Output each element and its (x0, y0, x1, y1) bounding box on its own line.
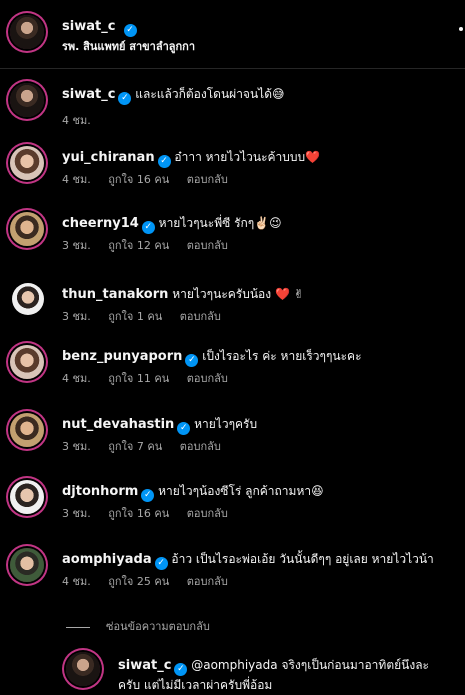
commenter-avatar[interactable] (10, 413, 44, 447)
comment-likes[interactable]: ถูกใจ 16 คน (108, 173, 169, 186)
comment-meta: 3 ชม. ถูกใจ 7 คน ตอบกลับ (62, 437, 235, 455)
commenter-avatar[interactable] (12, 283, 44, 315)
comment-likes[interactable]: ถูกใจ 7 คน (108, 440, 162, 453)
author-username[interactable]: siwat_c (62, 19, 115, 34)
verified-badge-icon: ✓ (174, 663, 188, 676)
reply-button[interactable]: ตอบกลับ (187, 507, 228, 520)
author-avatar[interactable] (10, 15, 44, 49)
comment-meta: 3 ชม. ถูกใจ 12 คน ตอบกลับ (62, 236, 242, 254)
reply-item: siwat_c ✓ @aomphiyada จริงๆเป็นก่อนมาอาทิ… (0, 650, 465, 693)
reply-avatar[interactable] (66, 652, 100, 686)
comment-text: หายไวๆนะครับน้อง ❤️ ✌ (172, 287, 304, 301)
author-name-row: siwat_c ✓ (62, 15, 137, 37)
commenter-username[interactable]: yui_chiranan (62, 150, 155, 165)
comment-time: 4 ชม. (62, 372, 91, 385)
reply-button[interactable]: ตอบกลับ (180, 440, 221, 453)
comment-time: 3 ชม. (62, 239, 91, 252)
comment-text: หายไวๆน้องซีโร่ ลูกค้าถามหา😆 (158, 484, 324, 498)
commenter-username[interactable]: cheerny14 (62, 216, 139, 231)
post-location[interactable]: รพ. สินแพทย์ สาขาลำลูกกา (62, 37, 195, 55)
verified-badge-icon: ✓ (185, 354, 199, 367)
commenter-username[interactable]: nut_devahastin (62, 417, 174, 432)
verified-badge-icon: ✓ (141, 489, 155, 502)
comment-time: 3 ชม. (62, 440, 91, 453)
commenter-avatar[interactable] (10, 548, 44, 582)
commenter-avatar[interactable] (10, 480, 44, 514)
comment-text: อ้าว เป็นไรอะพ่อเอ้ย วันนั้นดีๆๆ อยู่เลย… (171, 552, 434, 566)
more-options-icon[interactable] (459, 27, 463, 31)
comment-time: 3 ชม. (62, 507, 91, 520)
comment-likes[interactable]: ถูกใจ 1 คน (108, 310, 162, 323)
verified-badge-icon: ✓ (177, 422, 191, 435)
commenter-username[interactable]: siwat_c (62, 87, 115, 102)
comment-time: 4 ชม. (62, 173, 91, 186)
comment-time: 4 ชม. (62, 575, 91, 588)
comment-meta: 3 ชม. ถูกใจ 1 คน ตอบกลับ (62, 307, 235, 325)
verified-badge-icon: ✓ (123, 24, 137, 37)
reply-button[interactable]: ตอบกลับ (187, 575, 228, 588)
comment-text: เป็งไรอะไร ค่ะ หายเร็วๆๆนะคะ (202, 349, 362, 363)
commenter-avatar[interactable] (10, 83, 44, 117)
verified-badge-icon: ✓ (141, 221, 155, 234)
commenter-username[interactable]: djtonhorm (62, 484, 138, 499)
commenter-username[interactable]: thun_tanakorn (62, 287, 168, 302)
verified-badge-icon: ✓ (157, 155, 171, 168)
reply-text-line2: ครับ แต่ไม่มีเวลาผ่าครับพี่อ้อม (118, 678, 273, 692)
comment-text: อ๋าาา หายไวไวนะค้าบบบ❤️ (174, 150, 321, 164)
reply-button[interactable]: ตอบกลับ (187, 239, 228, 252)
comment-time: 4 ชม. (62, 114, 91, 127)
hide-replies-toggle[interactable]: ซ่อนข้อความตอบกลับ (66, 617, 210, 635)
hide-replies-label: ซ่อนข้อความตอบกลับ (106, 620, 210, 633)
comment-likes[interactable]: ถูกใจ 16 คน (108, 507, 169, 520)
commenter-avatar[interactable] (10, 345, 44, 379)
comment-likes[interactable]: ถูกใจ 12 คน (108, 239, 169, 252)
comment-meta: 4 ชม. ถูกใจ 25 คน ตอบกลับ (62, 572, 242, 590)
comment-likes[interactable]: ถูกใจ 11 คน (108, 372, 169, 385)
reply-mention[interactable]: @aomphiyada (191, 658, 277, 672)
verified-badge-icon: ✓ (154, 557, 168, 570)
reply-button[interactable]: ตอบกลับ (187, 173, 228, 186)
commenter-username[interactable]: aomphiyada (62, 552, 152, 567)
comment-meta: 4 ชม. ถูกใจ 16 คน ตอบกลับ (62, 170, 242, 188)
post-header: siwat_c ✓ รพ. สินแพทย์ สาขาลำลูกกา (0, 0, 465, 69)
reply-button[interactable]: ตอบกลับ (180, 310, 221, 323)
comment-text: และแล้วก็ต้องโดนผ่าจนได้😅 (135, 87, 285, 101)
comment-meta: 3 ชม. ถูกใจ 16 คน ตอบกลับ (62, 504, 242, 522)
reply-text-line1: จริงๆเป็นก่อนมาอาทิตย์นึงละ (281, 658, 430, 672)
comment-meta: 4 ชม. ถูกใจ 11 คน ตอบกลับ (62, 369, 242, 387)
commenter-avatar[interactable] (10, 212, 44, 246)
verified-badge-icon: ✓ (118, 92, 132, 105)
comment-text: หายไวๆนะพี่ซี รักๆ✌🏻😉 (158, 216, 282, 230)
divider-line (66, 626, 90, 628)
reply-button[interactable]: ตอบกลับ (187, 372, 228, 385)
comment-time: 3 ชม. (62, 310, 91, 323)
reply-username[interactable]: siwat_c (118, 658, 171, 673)
comment-likes[interactable]: ถูกใจ 25 คน (108, 575, 169, 588)
comment-meta: 4 ชม. (62, 111, 105, 129)
commenter-avatar[interactable] (10, 146, 44, 180)
commenter-username[interactable]: benz_punyaporn (62, 349, 182, 364)
comment-text: หายไวๆครับ (194, 417, 258, 431)
